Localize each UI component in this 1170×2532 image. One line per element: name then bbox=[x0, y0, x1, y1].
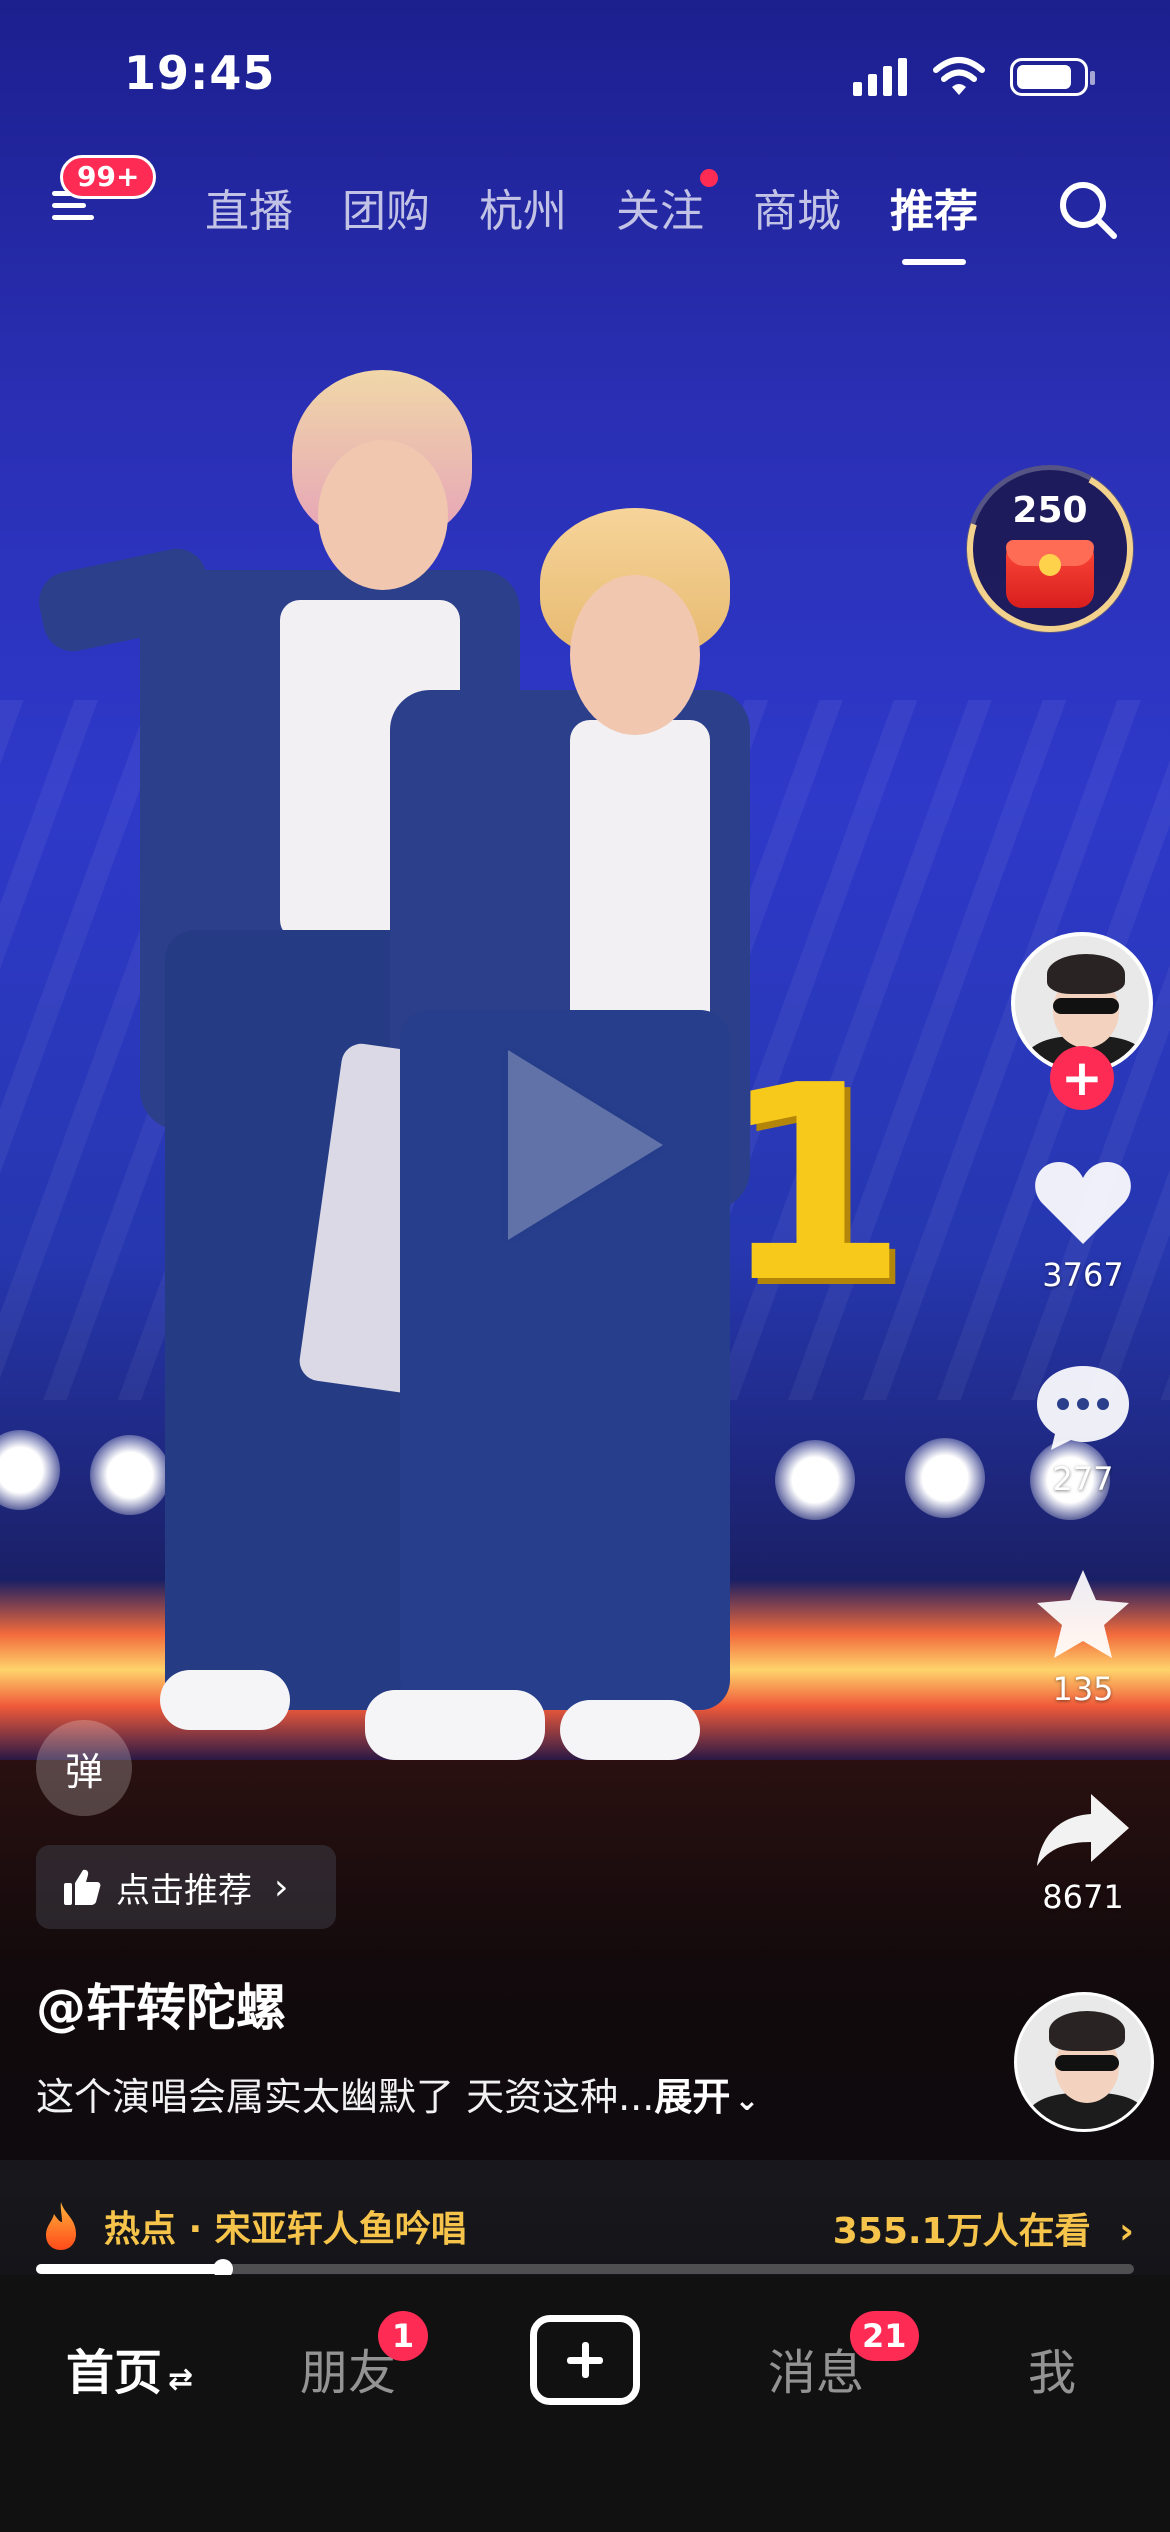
caption-text: 这个演唱会属实太幽默了 天资这种... bbox=[36, 2075, 655, 2119]
stage-light bbox=[775, 1440, 855, 1520]
dancer-shoe bbox=[365, 1690, 545, 1760]
avatar-hair bbox=[1047, 954, 1125, 994]
friends-badge: 1 bbox=[378, 2311, 428, 2361]
live-viewers-link[interactable]: 355.1万人在看 › bbox=[833, 2202, 1134, 2254]
battery-icon bbox=[1010, 58, 1095, 96]
hot-topic-link[interactable]: 热点 · 宋亚轩人鱼吟唱 bbox=[40, 2200, 467, 2252]
tab-local[interactable]: 杭州 bbox=[479, 175, 567, 239]
chevron-right-icon: › bbox=[1119, 2211, 1134, 2252]
red-packet-icon bbox=[1006, 540, 1094, 608]
search-icon[interactable] bbox=[1056, 178, 1120, 242]
music-disc-avatar[interactable] bbox=[1014, 1992, 1154, 2132]
red-packet-count: 250 bbox=[1012, 490, 1088, 531]
tab-recommend[interactable]: 推荐 bbox=[890, 175, 978, 265]
tab-label: 商城 bbox=[753, 186, 841, 237]
play-icon[interactable] bbox=[508, 1050, 663, 1240]
dancer-shoe bbox=[560, 1700, 700, 1760]
tab-label: 推荐 bbox=[890, 186, 978, 237]
menu-badge: 99+ bbox=[60, 155, 157, 199]
tab-messages-label: 消息 bbox=[768, 2345, 865, 2401]
tab-home-label: 首页 bbox=[66, 2345, 163, 2401]
share-icon bbox=[1037, 1794, 1129, 1866]
stage-light bbox=[905, 1438, 985, 1518]
danmu-toggle-button[interactable]: 弹 bbox=[36, 1720, 132, 1816]
comment-count: 277 bbox=[1052, 1460, 1114, 1498]
expand-caption-button[interactable]: 展开 ⌄ bbox=[654, 2075, 759, 2119]
tab-me[interactable]: 我 bbox=[1028, 2333, 1076, 2403]
cellular-signal-icon bbox=[853, 58, 907, 96]
wifi-icon bbox=[933, 57, 985, 95]
tab-home[interactable]: 首页 ⇄ bbox=[66, 2333, 193, 2403]
video-player[interactable]: 1 bbox=[0, 0, 1170, 2275]
tab-messages[interactable]: 消息 21 bbox=[768, 2311, 919, 2403]
viewers-count: 355.1万人在看 bbox=[832, 2211, 1091, 2252]
tab-mall[interactable]: 商城 bbox=[753, 175, 841, 239]
author-name[interactable]: @轩转陀螺 bbox=[36, 1968, 286, 2040]
video-caption[interactable]: 这个演唱会属实太幽默了 天资这种...展开 ⌄ bbox=[36, 2066, 759, 2121]
comment-button[interactable]: 277 bbox=[1010, 1362, 1156, 1498]
tab-live[interactable]: 直播 bbox=[205, 175, 293, 239]
tab-friends[interactable]: 朋友 1 bbox=[300, 2311, 428, 2403]
bottom-tab-bar: 首页 ⇄ 朋友 1 消息 21 我 bbox=[0, 2275, 1170, 2532]
heart-icon bbox=[1035, 1162, 1131, 1244]
video-progress-bar[interactable] bbox=[36, 2259, 1134, 2279]
chevron-right-icon: › bbox=[274, 1866, 289, 1908]
overlay-number: 1 bbox=[720, 1027, 908, 1342]
status-time: 19:45 bbox=[124, 46, 276, 100]
star-icon bbox=[1037, 1570, 1129, 1658]
dancer-shirt bbox=[570, 720, 710, 1040]
hot-topic-text: 热点 · 宋亚轩人鱼吟唱 bbox=[104, 2209, 467, 2250]
tab-label: 杭州 bbox=[479, 186, 567, 237]
red-packet-button[interactable]: 250 bbox=[966, 465, 1134, 633]
dancer-shoe bbox=[160, 1670, 290, 1730]
chevron-down-icon: ⌄ bbox=[734, 2083, 760, 2118]
expand-label: 展开 bbox=[654, 2075, 731, 2119]
recommend-label: 点击推荐 bbox=[116, 1870, 252, 1911]
progress-fill bbox=[36, 2264, 223, 2274]
thumbs-up-icon bbox=[64, 1869, 101, 1905]
follow-button[interactable]: + bbox=[1050, 1046, 1114, 1110]
avatar-glasses bbox=[1055, 2055, 1119, 2071]
share-button[interactable]: 8671 bbox=[1010, 1790, 1156, 1916]
plus-icon: + bbox=[1061, 1049, 1103, 1107]
like-button[interactable]: 3767 bbox=[1010, 1158, 1156, 1294]
like-count: 3767 bbox=[1042, 1256, 1124, 1294]
dancer-face bbox=[318, 440, 448, 590]
avatar-hair bbox=[1049, 2011, 1125, 2051]
top-nav-tabs: 直播 团购 杭州 关注 商城 推荐 bbox=[205, 169, 978, 265]
notification-dot bbox=[700, 169, 718, 187]
stage-light bbox=[0, 1430, 60, 1510]
stage-light bbox=[90, 1435, 170, 1515]
tab-following[interactable]: 关注 bbox=[616, 169, 718, 239]
messages-badge: 21 bbox=[850, 2311, 919, 2361]
tab-me-label: 我 bbox=[1028, 2345, 1077, 2401]
tab-friends-label: 朋友 bbox=[300, 2345, 397, 2401]
flame-icon bbox=[46, 2202, 76, 2250]
recommend-button[interactable]: 点击推荐 › bbox=[36, 1845, 336, 1929]
favorite-count: 135 bbox=[1052, 1670, 1114, 1708]
tab-label: 团购 bbox=[342, 186, 430, 237]
swap-icon: ⇄ bbox=[168, 2362, 194, 2397]
tab-label: 关注 bbox=[616, 186, 704, 237]
favorite-button[interactable]: 135 bbox=[1010, 1566, 1156, 1708]
dancer-face bbox=[570, 575, 700, 735]
share-count: 8671 bbox=[1042, 1878, 1124, 1916]
tab-group-buy[interactable]: 团购 bbox=[342, 175, 430, 239]
tab-label: 直播 bbox=[205, 186, 293, 237]
danmu-label: 弹 bbox=[64, 1749, 103, 1794]
comment-icon bbox=[1037, 1366, 1129, 1450]
create-post-button[interactable] bbox=[530, 2315, 640, 2405]
avatar-glasses bbox=[1053, 998, 1119, 1014]
